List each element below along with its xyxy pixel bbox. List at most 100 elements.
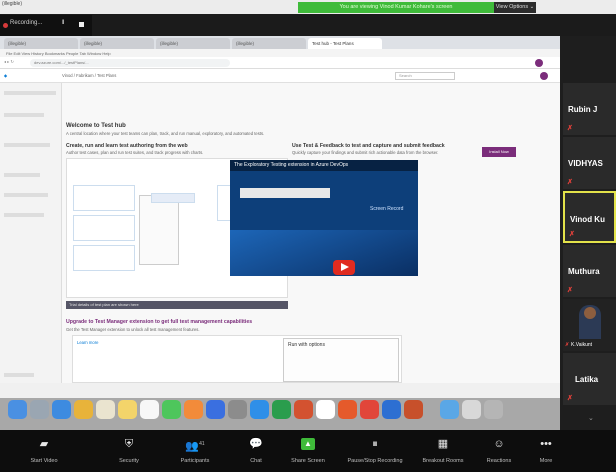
recording-label: Pause/Stop Recording	[347, 458, 403, 464]
participant-count: 41	[199, 441, 205, 447]
more-label: More	[539, 458, 553, 464]
browser-tab[interactable]: (illegible)	[80, 38, 154, 49]
section-feedback-title: Use Test & Feedback to test and capture …	[292, 143, 445, 149]
section-create-title: Create, run and learn test authoring fro…	[66, 143, 188, 149]
security-button[interactable]: ⛨ Security	[104, 430, 154, 472]
excel-icon[interactable]	[272, 400, 291, 419]
launchpad-icon[interactable]	[30, 400, 49, 419]
reactions-button[interactable]: ☺ Reactions	[474, 430, 524, 472]
documents-icon[interactable]	[462, 400, 481, 419]
muted-mic-icon: ✗	[567, 125, 573, 132]
start-video-button[interactable]: ▰ Start Video	[16, 430, 72, 472]
user-avatar[interactable]	[540, 72, 548, 80]
zoom-icon[interactable]	[250, 400, 269, 419]
url-field[interactable]: dev.azure.com/.../_testPlans/...	[30, 59, 230, 67]
nav-item[interactable]	[4, 173, 40, 177]
finder-icon[interactable]	[8, 400, 27, 419]
profile-avatar[interactable]	[535, 59, 543, 67]
nav-item[interactable]	[4, 213, 44, 217]
suite-card	[73, 215, 135, 241]
chat-button[interactable]: 💬 Chat	[234, 430, 278, 472]
breakout-label: Breakout Rooms	[422, 458, 464, 464]
downloads-folder-icon[interactable]	[440, 400, 459, 419]
azure-devops-header: ◈ Vinod / Fabrikam / Test Plans Search	[0, 69, 560, 83]
calendar-icon[interactable]	[96, 400, 115, 419]
section-create-text: Author test cases, plan and run test sui…	[66, 150, 204, 155]
maps-icon[interactable]	[162, 400, 181, 419]
search-input[interactable]: Search	[395, 72, 455, 80]
participants-icon: 👥41	[185, 440, 205, 453]
pause-stop-recording-button[interactable]: ⏸ Pause/Stop Recording	[336, 430, 414, 472]
muted-mic-icon: ✗	[569, 231, 575, 238]
nav-item[interactable]	[4, 113, 44, 117]
chat-icon: 💬	[249, 438, 263, 450]
powerpoint-icon[interactable]	[294, 400, 313, 419]
safari-icon[interactable]	[52, 400, 71, 419]
nav-item[interactable]	[4, 193, 48, 197]
trash-icon[interactable]	[484, 400, 503, 419]
nav-item[interactable]	[4, 91, 56, 95]
participant-tile[interactable]: Rubin J ✗	[563, 83, 616, 135]
browser-tab[interactable]: (illegible)	[4, 38, 78, 49]
reactions-label: Reactions	[486, 458, 512, 464]
muted-mic-icon: ✗	[567, 395, 573, 402]
shared-screen: (illegible) (illegible) (illegible) (ill…	[0, 36, 560, 430]
embedded-video[interactable]: The Exploratory Testing extension in Azu…	[230, 160, 418, 276]
left-navigation	[0, 83, 62, 383]
test-manager-preview: Learn more Run with options	[72, 335, 402, 383]
video-toolbar	[240, 188, 330, 198]
word-icon[interactable]	[382, 400, 401, 419]
browser-tab[interactable]: (illegible)	[232, 38, 306, 49]
breadcrumb[interactable]: Vinod / Fabrikam / Test Plans	[62, 73, 116, 78]
participants-button[interactable]: 👥41 Participants	[164, 430, 226, 472]
meeting-controls: ▰ Start Video ⛨ Security 👥41 Participant…	[0, 430, 616, 472]
browser-tab-active[interactable]: Test hub - Test Plans	[308, 38, 382, 49]
nav-item[interactable]	[4, 143, 50, 147]
hub-intro: A central location where your test teams…	[66, 131, 265, 136]
notes-icon[interactable]	[118, 400, 137, 419]
nav-arrows-icon[interactable]: ◂ ▸ ↻	[4, 59, 14, 64]
participant-face	[584, 307, 596, 319]
screen-share-banner: You are viewing Vinod Kumar Kohare's scr…	[298, 2, 494, 13]
brave-icon[interactable]	[338, 400, 357, 419]
muted-mic-icon: ✗	[567, 179, 573, 186]
browser-tab-bar: (illegible) (illegible) (illegible) (ill…	[0, 36, 560, 49]
browser-tab[interactable]: (illegible)	[156, 38, 230, 49]
video-off-icon: ▰	[39, 438, 49, 450]
acrobat-icon[interactable]	[360, 400, 379, 419]
participant-tile[interactable]: Latika ✗	[563, 353, 616, 405]
participant-tile[interactable]: Muthura ✗	[563, 245, 616, 297]
participants-label: Participants	[180, 458, 210, 464]
run-options-panel: Run with options	[283, 338, 399, 382]
start-video-label: Start Video	[30, 458, 58, 464]
app-menu[interactable]: File Edit View History Bookmarks People …	[0, 49, 560, 57]
video-title: The Exploratory Testing extension in Azu…	[234, 162, 349, 168]
participant-tile-active-speaker[interactable]: Vinod Ku ✗	[563, 191, 616, 243]
window-title: (illegible)	[2, 1, 23, 7]
participant-name: Muthura	[568, 267, 600, 276]
photos-icon[interactable]	[184, 400, 203, 419]
play-triangle-icon	[341, 263, 349, 271]
azure-logo-icon[interactable]: ◈	[4, 73, 7, 78]
suite-item	[151, 193, 195, 203]
project-settings-item[interactable]	[4, 373, 34, 377]
stop-recording-button[interactable]	[79, 22, 84, 27]
view-options-button[interactable]: View Options ⌄	[494, 2, 536, 13]
learn-more-link[interactable]: Learn more	[77, 340, 98, 345]
office-icon[interactable]	[404, 400, 423, 419]
breakout-rooms-button[interactable]: ▦ Breakout Rooms	[414, 430, 472, 472]
participant-tile[interactable]: VIDHYAS ✗	[563, 137, 616, 189]
chrome-icon[interactable]	[316, 400, 335, 419]
hub-title: Welcome to Test hub	[66, 123, 126, 129]
reminders-icon[interactable]	[140, 400, 159, 419]
gallery-scroll-down-icon[interactable]: ⌄	[588, 414, 594, 422]
system-preferences-icon[interactable]	[228, 400, 247, 419]
install-button[interactable]: Install Now	[482, 147, 516, 157]
more-button[interactable]: ••• More	[526, 430, 566, 472]
mail-icon[interactable]	[74, 400, 93, 419]
participant-tile[interactable]: K.Vaikunt ✗	[563, 299, 616, 351]
app-store-icon[interactable]	[206, 400, 225, 419]
share-screen-button[interactable]: ▲ Share Screen	[280, 430, 336, 472]
section-upgrade-title: Upgrade to Test Manager extension to get…	[66, 319, 253, 325]
pause-recording-button[interactable]: II	[62, 20, 65, 26]
